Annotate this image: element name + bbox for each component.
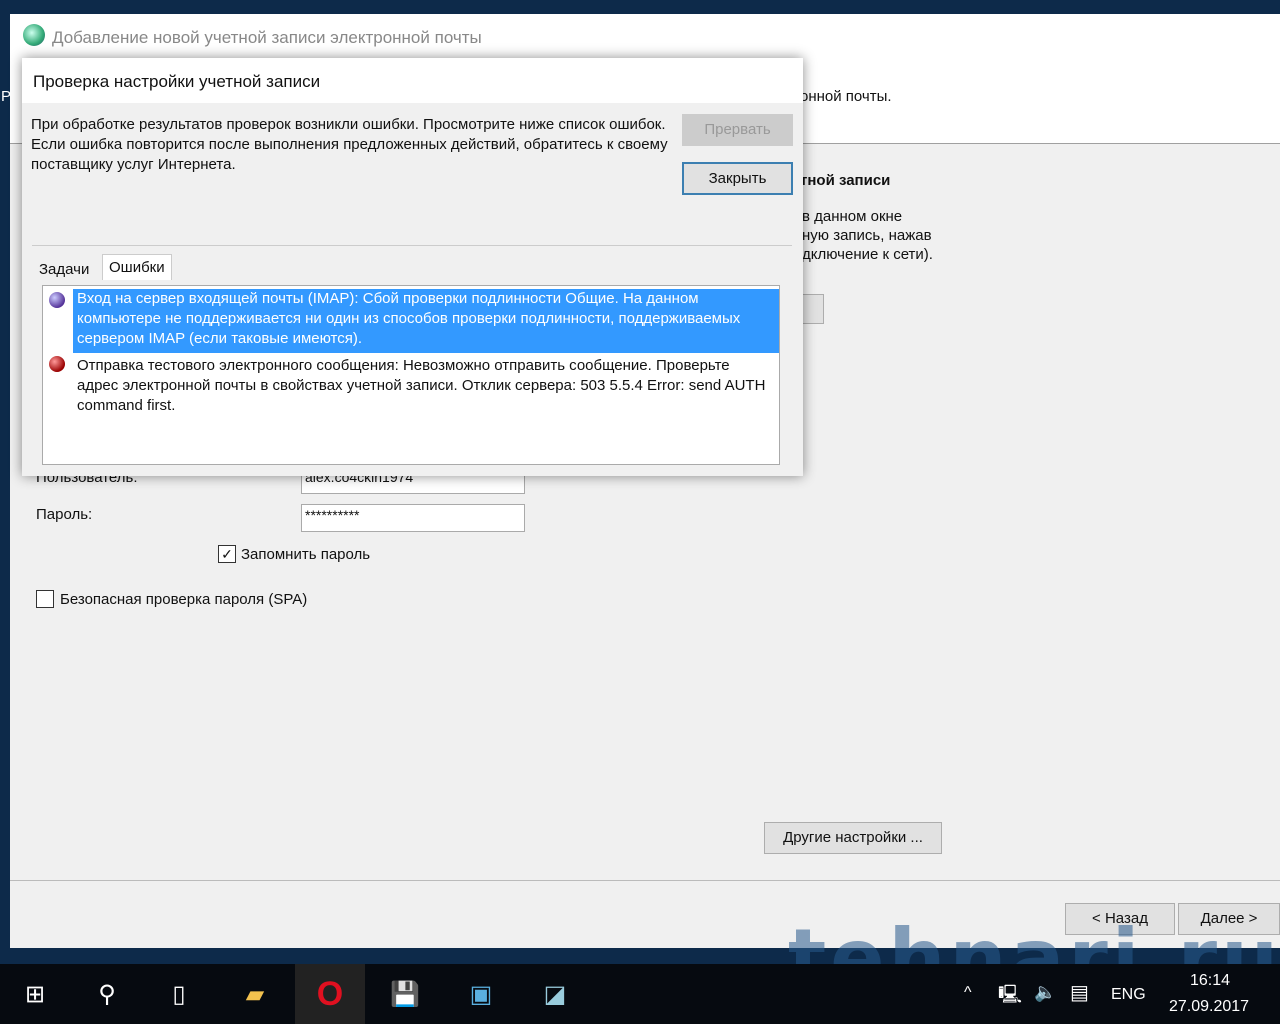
spa-checkbox[interactable] bbox=[36, 590, 54, 608]
subtitle: онной почты. bbox=[800, 88, 892, 105]
password-input[interactable]: ********** bbox=[301, 504, 525, 532]
divider bbox=[32, 245, 792, 246]
tab-tasks[interactable]: Задачи bbox=[33, 257, 95, 283]
clock-date[interactable]: 27.09.2017 bbox=[1169, 998, 1249, 1016]
account-test-dialog: Проверка настройки учетной записи При об… bbox=[22, 58, 803, 476]
taskbar: ⊞ ⚲ ▯ ▰ O 💾 ▣ ◪ ^ 🖳 🔈 ▤ ENG 16:14 27.09.… bbox=[0, 964, 1280, 1024]
notifications-icon[interactable]: ▤ bbox=[1070, 980, 1089, 1005]
outlook-globe-icon bbox=[23, 24, 45, 46]
tray-chevron-icon[interactable]: ^ bbox=[964, 984, 972, 1002]
error-icon bbox=[49, 292, 65, 308]
password-label: Пароль: bbox=[36, 506, 93, 523]
text-line: ную запись, нажав bbox=[802, 227, 932, 244]
control-panel-icon[interactable]: ▣ bbox=[446, 964, 516, 1024]
spa-label: Безопасная проверка пароля (SPA) bbox=[60, 591, 308, 608]
notepad-icon[interactable]: ◪ bbox=[520, 964, 590, 1024]
network-icon[interactable]: 🖳 bbox=[998, 982, 1022, 1012]
clock-time[interactable]: 16:14 bbox=[1190, 972, 1230, 990]
list-item[interactable]: Отправка тестового электронного сообщени… bbox=[73, 356, 779, 416]
close-button[interactable]: Закрыть bbox=[682, 162, 793, 195]
opera-icon[interactable]: O bbox=[295, 964, 365, 1024]
search-icon[interactable]: ⚲ bbox=[72, 964, 142, 1024]
error-icon bbox=[49, 356, 65, 372]
tab-errors[interactable]: Ошибки bbox=[102, 254, 172, 280]
dialog-message: При обработке результатов проверок возни… bbox=[31, 116, 668, 173]
language-indicator[interactable]: ENG bbox=[1111, 986, 1146, 1004]
list-item[interactable]: Вход на сервер входящей почты (IMAP): Сб… bbox=[73, 289, 779, 353]
start-windows-icon[interactable]: ⊞ bbox=[0, 964, 70, 1024]
divider bbox=[10, 880, 1280, 881]
file-explorer-icon[interactable]: ▰ bbox=[220, 964, 290, 1024]
remember-password-label: Запомнить пароль bbox=[241, 546, 371, 563]
remember-password-checkbox[interactable]: ✓ bbox=[218, 545, 236, 563]
floppy-save-icon[interactable]: 💾 bbox=[370, 964, 440, 1024]
task-view-icon[interactable]: ▯ bbox=[144, 964, 214, 1024]
section-text: в данном окне ную запись, нажав дключени… bbox=[802, 207, 933, 264]
dialog-title: Проверка настройки учетной записи bbox=[22, 58, 803, 103]
text-line: в данном окне bbox=[802, 208, 903, 225]
window-title: Добавление новой учетной записи электрон… bbox=[52, 28, 482, 47]
errors-list: Вход на сервер входящей почты (IMAP): Сб… bbox=[42, 285, 780, 465]
text-line: дключение к сети). bbox=[802, 246, 933, 263]
volume-icon[interactable]: 🔈 bbox=[1034, 982, 1056, 1003]
section-title: тной записи bbox=[800, 172, 891, 189]
stop-button[interactable]: Прервать bbox=[682, 114, 793, 146]
more-settings-button[interactable]: Другие настройки ... bbox=[764, 822, 942, 854]
